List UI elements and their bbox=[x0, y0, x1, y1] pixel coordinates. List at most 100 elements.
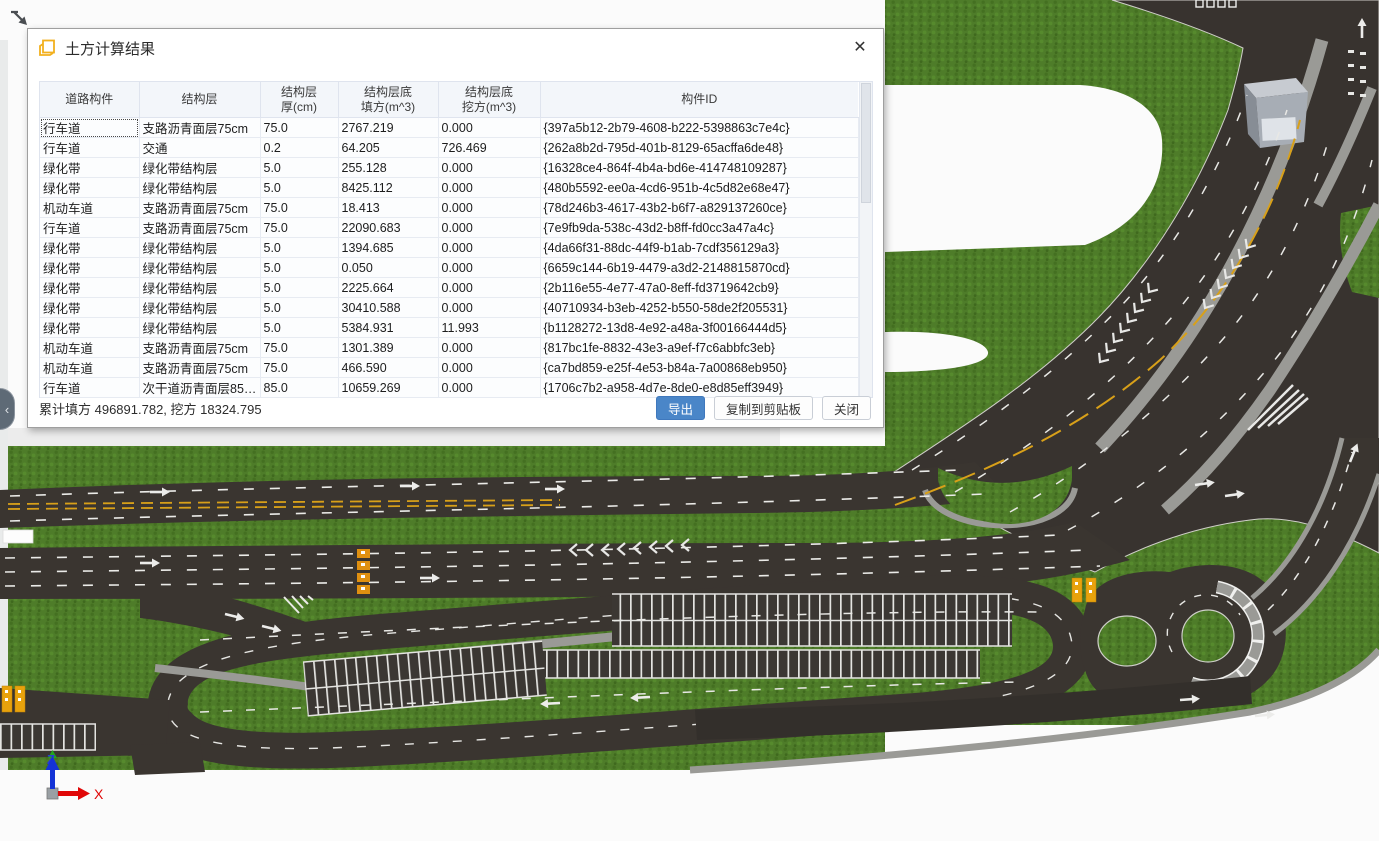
cell-component[interactable]: 机动车道 bbox=[40, 358, 139, 378]
cell-component[interactable]: 绿化带 bbox=[40, 238, 139, 258]
table-row[interactable]: 机动车道支路沥青面层75cm75.018.4130.000{78d246b3-4… bbox=[40, 198, 858, 218]
col-header-layer[interactable]: 结构层 bbox=[139, 82, 260, 118]
table-row[interactable]: 绿化带绿化带结构层5.08425.1120.000{480b5592-ee0a-… bbox=[40, 178, 858, 198]
table-scrollbar-thumb[interactable] bbox=[861, 83, 872, 203]
cell-id[interactable]: {16328ce4-864f-4b4a-bd6e-414748109287} bbox=[540, 158, 858, 178]
cell-fill[interactable]: 18.413 bbox=[338, 198, 438, 218]
cell-fill[interactable]: 2225.664 bbox=[338, 278, 438, 298]
table-row[interactable]: 绿化带绿化带结构层5.030410.5880.000{40710934-b3eb… bbox=[40, 298, 858, 318]
col-header-thickness[interactable]: 结构层 厚(cm) bbox=[260, 82, 338, 118]
copy-to-clipboard-button[interactable]: 复制到剪贴板 bbox=[714, 396, 813, 420]
cell-layer[interactable]: 支路沥青面层75cm bbox=[139, 358, 260, 378]
cell-layer[interactable]: 绿化带结构层 bbox=[139, 178, 260, 198]
cell-layer[interactable]: 绿化带结构层 bbox=[139, 158, 260, 178]
cell-id[interactable]: {4da66f31-88dc-44f9-b1ab-7cdf356129a3} bbox=[540, 238, 858, 258]
table-row[interactable]: 行车道支路沥青面层75cm75.022090.6830.000{7e9fb9da… bbox=[40, 218, 858, 238]
cell-component[interactable]: 机动车道 bbox=[40, 198, 139, 218]
col-header-id[interactable]: 构件ID bbox=[540, 82, 858, 118]
cell-component[interactable]: 绿化带 bbox=[40, 158, 139, 178]
cell-fill[interactable]: 5384.931 bbox=[338, 318, 438, 338]
cell-thickness[interactable]: 5.0 bbox=[260, 178, 338, 198]
cell-component[interactable]: 行车道 bbox=[40, 138, 139, 158]
dialog-close-button[interactable]: ✕ bbox=[850, 38, 870, 58]
cell-layer[interactable]: 支路沥青面层75cm bbox=[139, 218, 260, 238]
cell-layer[interactable]: 支路沥青面层75cm bbox=[139, 338, 260, 358]
cell-component[interactable]: 行车道 bbox=[40, 218, 139, 238]
cell-cut[interactable]: 0.000 bbox=[438, 258, 540, 278]
cell-fill[interactable]: 64.205 bbox=[338, 138, 438, 158]
cell-fill[interactable]: 30410.588 bbox=[338, 298, 438, 318]
cell-component[interactable]: 绿化带 bbox=[40, 258, 139, 278]
cell-fill[interactable]: 1394.685 bbox=[338, 238, 438, 258]
cell-fill[interactable]: 22090.683 bbox=[338, 218, 438, 238]
cell-layer[interactable]: 绿化带结构层 bbox=[139, 318, 260, 338]
cell-id[interactable]: {7e9fb9da-538c-43d2-b8ff-fd0cc3a47a4c} bbox=[540, 218, 858, 238]
cell-cut[interactable]: 0.000 bbox=[438, 278, 540, 298]
cell-id[interactable]: {817bc1fe-8832-43e3-a9ef-f7c6abbfc3eb} bbox=[540, 338, 858, 358]
cell-component[interactable]: 机动车道 bbox=[40, 338, 139, 358]
cell-thickness[interactable]: 75.0 bbox=[260, 118, 338, 138]
cell-cut[interactable]: 0.000 bbox=[438, 118, 540, 138]
col-header-fill[interactable]: 结构层底 填方(m^3) bbox=[338, 82, 438, 118]
cell-component[interactable]: 绿化带 bbox=[40, 278, 139, 298]
cell-thickness[interactable]: 5.0 bbox=[260, 238, 338, 258]
cell-thickness[interactable]: 5.0 bbox=[260, 298, 338, 318]
cell-fill[interactable]: 1301.389 bbox=[338, 338, 438, 358]
table-row[interactable]: 绿化带绿化带结构层5.0255.1280.000{16328ce4-864f-4… bbox=[40, 158, 858, 178]
cell-thickness[interactable]: 5.0 bbox=[260, 158, 338, 178]
cell-cut[interactable]: 0.000 bbox=[438, 218, 540, 238]
cell-fill[interactable]: 2767.219 bbox=[338, 118, 438, 138]
cell-id[interactable]: {40710934-b3eb-4252-b550-58de2f205531} bbox=[540, 298, 858, 318]
cell-id[interactable]: {480b5592-ee0a-4cd6-951b-4c5d82e68e47} bbox=[540, 178, 858, 198]
table-row[interactable]: 绿化带绿化带结构层5.00.0500.000{6659c144-6b19-447… bbox=[40, 258, 858, 278]
cell-thickness[interactable]: 0.2 bbox=[260, 138, 338, 158]
cell-cut[interactable]: 0.000 bbox=[438, 238, 540, 258]
table-row[interactable]: 绿化带绿化带结构层5.02225.6640.000{2b116e55-4e77-… bbox=[40, 278, 858, 298]
cell-thickness[interactable]: 75.0 bbox=[260, 218, 338, 238]
cell-component[interactable]: 绿化带 bbox=[40, 298, 139, 318]
dialog-titlebar[interactable]: 土方计算结果 ✕ bbox=[28, 29, 883, 67]
cell-id[interactable]: {2b116e55-4e77-47a0-8eff-fd3719642cb9} bbox=[540, 278, 858, 298]
table-row[interactable]: 绿化带绿化带结构层5.01394.6850.000{4da66f31-88dc-… bbox=[40, 238, 858, 258]
col-header-component[interactable]: 道路构件 bbox=[40, 82, 139, 118]
cell-cut[interactable]: 0.000 bbox=[438, 198, 540, 218]
table-row[interactable]: 行车道交通0.264.205726.469{262a8b2d-795d-401b… bbox=[40, 138, 858, 158]
cell-layer[interactable]: 绿化带结构层 bbox=[139, 298, 260, 318]
cell-component[interactable]: 绿化带 bbox=[40, 178, 139, 198]
cell-layer[interactable]: 绿化带结构层 bbox=[139, 238, 260, 258]
cell-fill[interactable]: 466.590 bbox=[338, 358, 438, 378]
cell-component[interactable]: 行车道 bbox=[40, 118, 139, 138]
cell-thickness[interactable]: 5.0 bbox=[260, 318, 338, 338]
cell-id[interactable]: {397a5b12-2b79-4608-b222-5398863c7e4c} bbox=[540, 118, 858, 138]
cell-cut[interactable]: 726.469 bbox=[438, 138, 540, 158]
cell-thickness[interactable]: 75.0 bbox=[260, 338, 338, 358]
table-row[interactable]: 行车道支路沥青面层75cm75.02767.2190.000{397a5b12-… bbox=[40, 118, 858, 138]
cell-cut[interactable]: 11.993 bbox=[438, 318, 540, 338]
cell-fill[interactable]: 255.128 bbox=[338, 158, 438, 178]
cell-id[interactable]: {262a8b2d-795d-401b-8129-65acffa6de48} bbox=[540, 138, 858, 158]
table-row[interactable]: 机动车道支路沥青面层75cm75.0466.5900.000{ca7bd859-… bbox=[40, 358, 858, 378]
close-button[interactable]: 关闭 bbox=[822, 396, 871, 420]
cell-fill[interactable]: 8425.112 bbox=[338, 178, 438, 198]
table-row[interactable]: 机动车道支路沥青面层75cm75.01301.3890.000{817bc1fe… bbox=[40, 338, 858, 358]
cell-layer[interactable]: 支路沥青面层75cm bbox=[139, 118, 260, 138]
col-header-cut[interactable]: 结构层底 挖方(m^3) bbox=[438, 82, 540, 118]
cell-cut[interactable]: 0.000 bbox=[438, 158, 540, 178]
cell-layer[interactable]: 绿化带结构层 bbox=[139, 258, 260, 278]
cell-cut[interactable]: 0.000 bbox=[438, 298, 540, 318]
cell-cut[interactable]: 0.000 bbox=[438, 358, 540, 378]
export-button[interactable]: 导出 bbox=[656, 396, 705, 420]
cell-id[interactable]: {6659c144-6b19-4479-a3d2-2148815870cd} bbox=[540, 258, 858, 278]
cell-cut[interactable]: 0.000 bbox=[438, 178, 540, 198]
cell-layer[interactable]: 支路沥青面层75cm bbox=[139, 198, 260, 218]
cell-fill[interactable]: 0.050 bbox=[338, 258, 438, 278]
cell-cut[interactable]: 0.000 bbox=[438, 338, 540, 358]
cell-thickness[interactable]: 5.0 bbox=[260, 278, 338, 298]
cell-layer[interactable]: 绿化带结构层 bbox=[139, 278, 260, 298]
cell-layer[interactable]: 交通 bbox=[139, 138, 260, 158]
cell-id[interactable]: {78d246b3-4617-43b2-b6f7-a829137260ce} bbox=[540, 198, 858, 218]
cell-thickness[interactable]: 75.0 bbox=[260, 198, 338, 218]
table-row[interactable]: 绿化带绿化带结构层5.05384.93111.993{b1128272-13d8… bbox=[40, 318, 858, 338]
table-scrollbar[interactable] bbox=[859, 82, 873, 397]
cell-thickness[interactable]: 5.0 bbox=[260, 258, 338, 278]
